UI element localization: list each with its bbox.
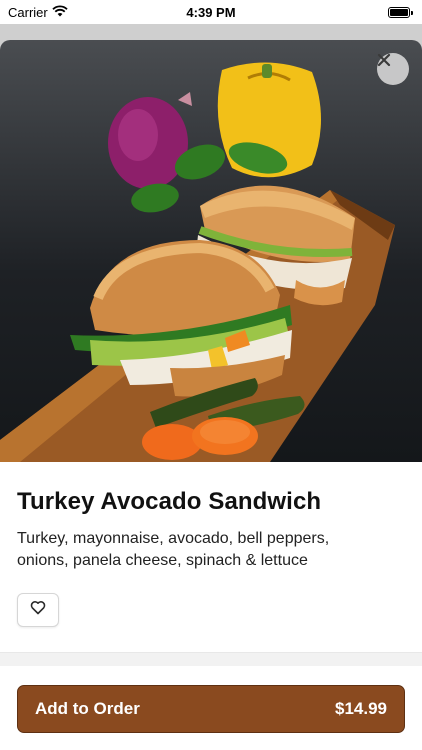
battery-icon bbox=[388, 6, 413, 18]
status-bar: Carrier 4:39 PM bbox=[0, 0, 422, 24]
status-left: Carrier bbox=[8, 5, 68, 20]
item-description: Turkey, mayonnaise, avocado, bell pepper… bbox=[17, 530, 330, 569]
favorite-button[interactable] bbox=[17, 593, 59, 627]
item-detail-sheet: Turkey Avocado Sandwich Turkey, mayonnai… bbox=[0, 40, 422, 750]
price-label: $14.99 bbox=[335, 699, 387, 718]
close-button[interactable] bbox=[377, 53, 409, 85]
carrier-label: Carrier bbox=[8, 4, 48, 20]
status-time: 4:39 PM bbox=[186, 4, 236, 20]
item-title: Turkey Avocado Sandwich bbox=[17, 488, 322, 515]
heart-icon bbox=[30, 600, 46, 620]
item-info: Turkey Avocado Sandwich Turkey, mayonnai… bbox=[0, 462, 422, 572]
add-to-order-button[interactable]: Add to Order $14.99 bbox=[17, 685, 405, 733]
sandwich-illustration bbox=[0, 62, 395, 462]
section-divider bbox=[0, 652, 422, 666]
wifi-icon bbox=[52, 5, 68, 20]
sandwich-photo bbox=[0, 40, 422, 462]
add-to-order-label: Add to Order bbox=[35, 699, 140, 718]
